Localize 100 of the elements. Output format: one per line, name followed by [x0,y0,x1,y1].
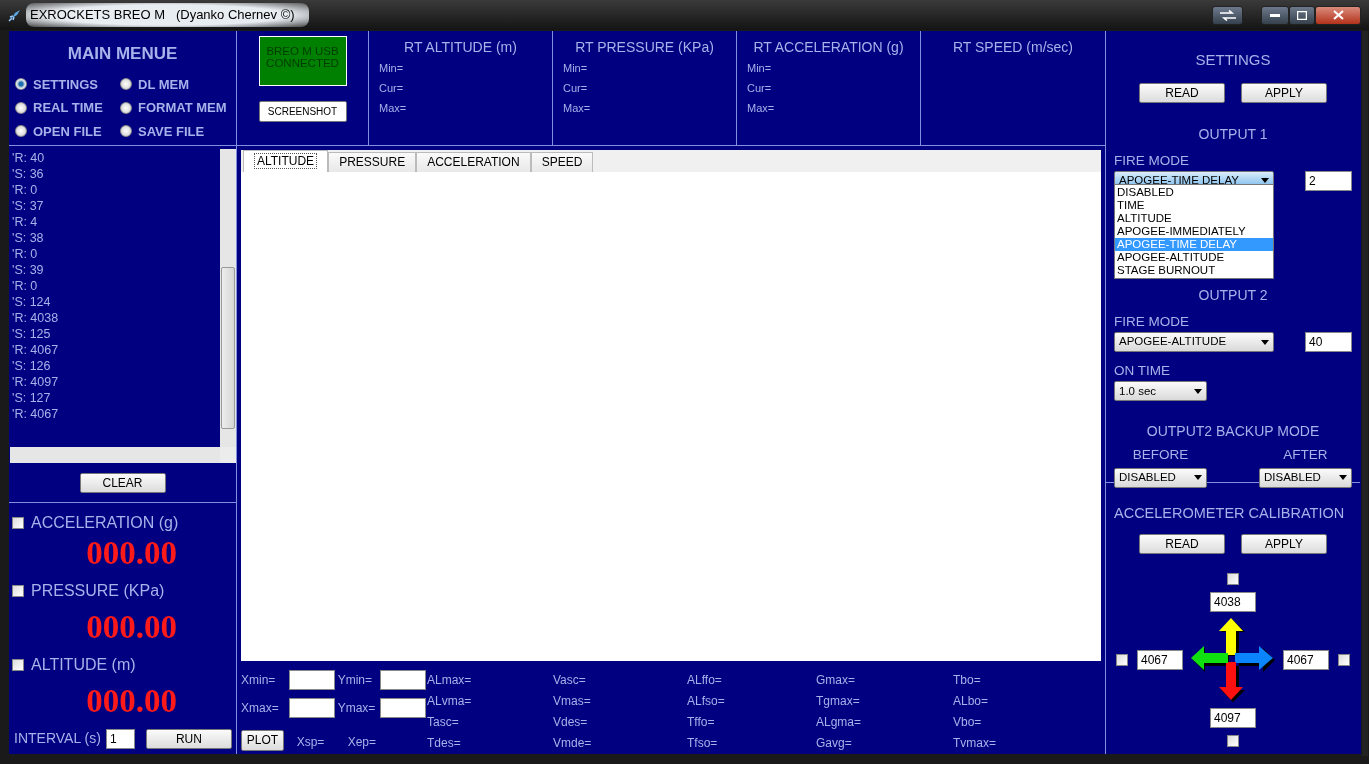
calibration-button[interactable]: APPLY [1241,533,1327,554]
menu-radio-option[interactable]: OPEN FILE [15,121,120,141]
range-field[interactable] [380,698,426,719]
radio-indicator[interactable] [120,125,132,138]
field-label: AFTER [1283,446,1328,465]
calibration-field[interactable]: 4067 [1283,649,1329,670]
maximize-icon [1297,10,1307,20]
panel-title: RT ALTITUDE (m) [403,38,518,57]
checkbox[interactable] [12,585,24,597]
settings-button[interactable]: READ [1139,82,1225,103]
menu-radio-option[interactable]: SAVE FILE [120,121,230,141]
field-label: Xmin= [241,671,277,689]
range-field[interactable] [288,669,335,690]
stat-label: Vasc= [553,672,587,689]
dropdown[interactable]: DISABLED [1259,467,1352,488]
dropdown[interactable]: 1.0 sec [1114,381,1207,402]
clear-button[interactable]: CLEAR [79,473,166,493]
plot-button[interactable]: PLOT [241,729,284,751]
field-label: BEFORE [1132,446,1189,465]
caret-icon [1339,475,1347,480]
parameter-field[interactable]: 40 [1305,332,1352,352]
checkbox[interactable] [1338,653,1350,666]
radio-indicator[interactable] [15,101,27,114]
calibration-button[interactable]: READ [1139,533,1225,554]
parameter-field[interactable]: 2 [1305,170,1352,191]
reading-label: Max= [563,101,592,116]
arrows-icon [1218,9,1237,21]
stat-label: ALgma= [816,714,863,731]
checkbox[interactable] [1227,734,1239,747]
calibration-field[interactable]: 4038 [1210,591,1256,612]
dropdown-option[interactable]: TIME [1115,199,1273,212]
graph-tab[interactable]: ACCELERATION [416,151,531,172]
field-label: Xmax= [241,700,280,718]
dropdown-option[interactable]: APOGEE-ALTITUDE [1115,251,1273,264]
menu-radio-option[interactable]: SETTINGS [15,74,120,94]
checkbox[interactable] [12,517,24,529]
horizontal-scrollbar[interactable] [10,447,220,463]
menu-radio-option[interactable]: DL MEM [120,74,230,94]
dropdown-option[interactable]: STAGE BURNOUT [1115,264,1273,277]
section-title: OUTPUT 1 [1197,124,1269,144]
checkbox[interactable] [1227,572,1239,585]
interval-field[interactable]: 1 [105,728,135,749]
readout-value: 000.00 [85,609,178,645]
field-label: Ymax= [337,700,377,718]
window-switch-button[interactable] [1212,5,1243,25]
dropdown[interactable]: APOGEE-ALTITUDE [1114,332,1274,352]
caret-icon [1194,475,1202,480]
close-icon [1332,10,1344,20]
range-field[interactable] [380,669,426,690]
reading-label: Min= [747,61,773,76]
stat-label: Tvmax= [953,735,997,752]
stat-label: Vdes= [553,714,589,731]
stat-label: ALffo= [687,672,723,689]
minimize-icon [1270,13,1280,17]
graph-tab[interactable]: SPEED [530,151,594,172]
settings-button[interactable]: APPLY [1241,82,1327,103]
stat-label: Vbo= [953,714,983,731]
maximize-button[interactable] [1289,5,1315,25]
radio-indicator[interactable] [120,101,132,114]
calibration-field[interactable]: 4097 [1210,707,1256,728]
menu-radio-option[interactable]: FORMAT MEM [120,98,230,118]
caret-icon [1261,339,1269,345]
graph-tab[interactable]: PRESSURE [328,151,417,172]
range-field[interactable] [288,698,335,719]
radio-indicator[interactable] [15,125,27,138]
stat-label: Tfso= [687,735,719,752]
radio-indicator[interactable] [15,78,27,91]
graph-tab[interactable]: ALTITUDE [243,149,329,172]
run-button[interactable]: RUN [145,728,232,749]
panel-title: RT PRESSURE (KPa) [574,38,715,57]
screenshot-button[interactable]: SCREENSHOT [258,101,347,122]
marker-label: Xsp= [295,734,326,752]
dropdown-option[interactable]: ALTITUDE [1115,212,1273,225]
menu-radio-option[interactable]: REAL TIME [15,98,120,118]
panel-title: RT ACCELERATION (g) [752,38,905,57]
checkbox[interactable] [1116,653,1128,666]
stat-label: ALbo= [953,693,990,710]
reading-label: Cur= [379,81,405,96]
checkbox[interactable] [12,659,24,671]
dropdown-option[interactable]: APOGEE-IMMEDIATELY [1115,225,1273,238]
stat-label: ALfso= [687,693,726,710]
window-title: EXROCKETS BREO M (Dyanko Chernev ©) [26,3,309,27]
vertical-scrollbar[interactable] [220,149,236,447]
stat-label: ALmax= [427,672,473,689]
reading-label: Min= [379,61,405,76]
dropdown[interactable]: DISABLED [1114,467,1207,488]
marker-label: Xep= [346,734,377,752]
minimize-button[interactable] [1261,5,1289,25]
close-button[interactable] [1315,5,1361,25]
readout-label: PRESSURE (KPa) [31,581,165,601]
log-list: 'R: 40 'S: 36 'R: 0 'S: 37 'R: 4 'S: 38 'R: 0 'S: 39 'R: 0 'S: 124 'R: 4038 'S: 125 'R: 4067 'S: 126 'R: 4097 'S: 127 'R: 4067 [10,149,220,447]
stat-label: Tffo= [687,714,716,731]
calibration-field[interactable]: 4067 [1137,649,1183,670]
stat-label: Tdes= [427,735,462,752]
radio-indicator[interactable] [120,78,132,91]
stat-label: Tbo= [953,672,982,689]
field-label: FIRE MODE [1114,151,1190,170]
section-title: ACCELEROMETER CALIBRATION [1113,504,1346,523]
stat-label: ALvma= [427,693,473,710]
panel-title: RT SPEED (m/sec) [951,38,1075,57]
